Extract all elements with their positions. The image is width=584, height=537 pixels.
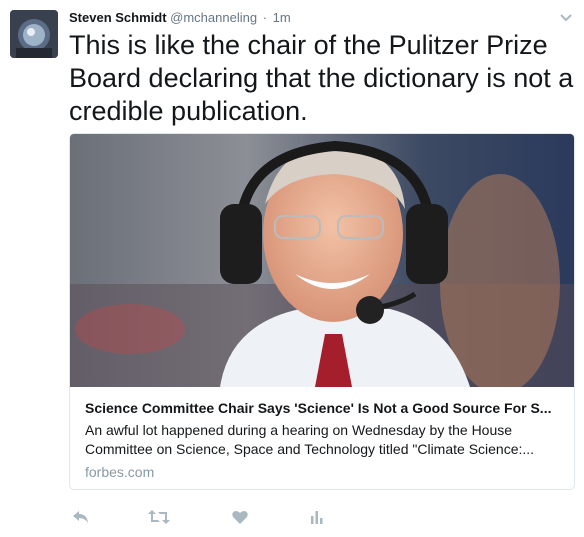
author-handle[interactable]: @mchanneling [170,10,257,25]
retweet-icon [148,510,170,524]
analytics-button[interactable] [305,505,329,529]
tweet-actions [69,505,369,529]
card-description-line: An awful lot happened during a hearing o… [85,422,513,438]
author-name[interactable]: Steven Schmidt [69,10,167,25]
tweet-header: Steven Schmidt @mchanneling · 1m [69,9,574,27]
card-title[interactable]: Science Committee Chair Says 'Science' I… [85,399,565,417]
separator: · [262,10,268,25]
reply-icon [73,511,88,523]
analytics-icon [311,511,323,524]
card-image [70,134,574,387]
card-body: Science Committee Chair Says 'Science' I… [85,399,565,481]
tweet-text: This is like the chair of the Pulitzer P… [69,30,574,126]
card-description: An awful lot happened during a hearing o… [85,421,555,459]
chevron-down-icon[interactable] [560,13,572,23]
card-domain: forbes.com [85,464,155,480]
heart-icon [232,510,248,524]
link-card[interactable]: Science Committee Chair Says 'Science' I… [69,133,575,490]
avatar-image [10,10,58,58]
retweet-button[interactable] [147,505,171,529]
reply-button[interactable] [69,505,93,529]
avatar[interactable] [10,10,58,58]
card-description-line: Committee on Science, Space and Technolo… [85,441,535,457]
timestamp[interactable]: 1m [273,10,291,25]
like-button[interactable] [228,505,252,529]
